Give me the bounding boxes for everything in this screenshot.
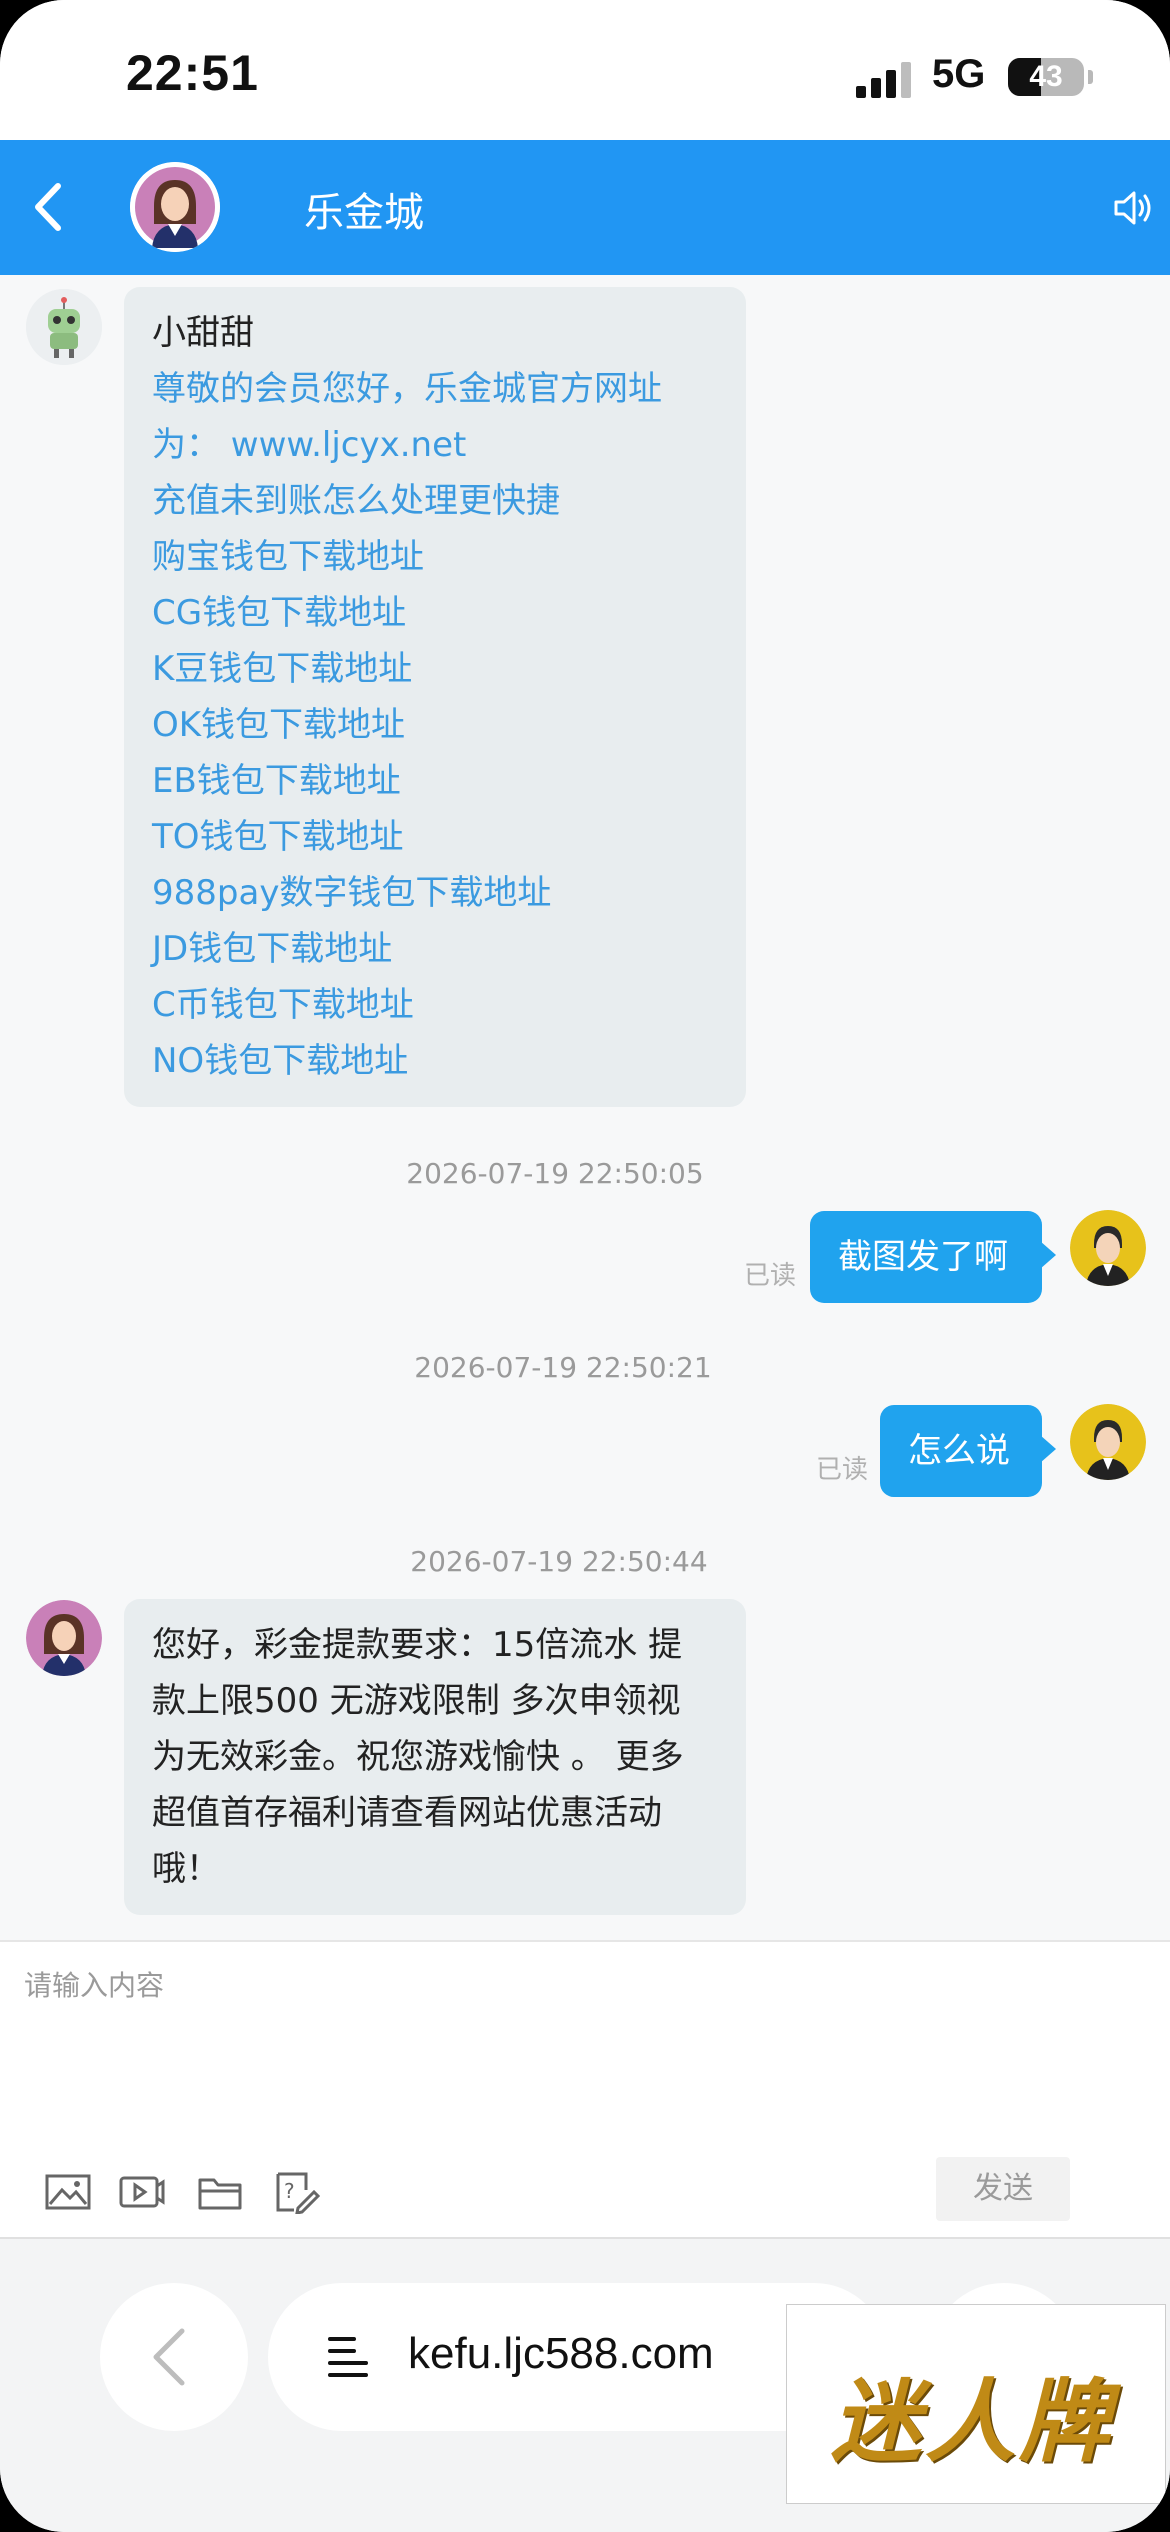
user-avatar-icon <box>1070 1404 1146 1480</box>
agent-message-line: 您好，彩金提款要求：15倍流水 提 <box>152 1625 683 1665</box>
outgoing-message-bubble: 截图发了啊 <box>810 1211 1056 1303</box>
agent-message-bubble: 您好，彩金提款要求：15倍流水 提 款上限500 无游戏限制 多次申领视 为无效… <box>124 1599 746 1915</box>
welcome-link[interactable]: 尊敬的会员您好，乐金城官方网址 <box>152 361 718 417</box>
timestamp: 2026-07-19 22:50:05 <box>406 1157 704 1190</box>
chat-messages[interactable]: 小甜甜 尊敬的会员您好，乐金城官方网址 为： www.ljcyx.net 充值未… <box>0 275 1170 1940</box>
battery-level: 43 <box>1029 60 1063 93</box>
agent-message-line: 款上限500 无游戏限制 多次申领视 <box>152 1681 681 1721</box>
back-arrow-icon[interactable] <box>20 174 80 240</box>
agent-message-line: 哦！ <box>152 1849 220 1889</box>
watermark-logo: 迷人牌 <box>786 2304 1166 2504</box>
988pay-wallet-link[interactable]: 988pay数字钱包下载地址 <box>152 865 718 921</box>
chat-header: 乐金城 <box>0 140 1170 275</box>
no-wallet-link[interactable]: NO钱包下载地址 <box>152 1033 718 1089</box>
evaluate-icon[interactable]: ? <box>272 2170 320 2214</box>
video-icon[interactable] <box>118 2170 166 2214</box>
jd-wallet-link[interactable]: JD钱包下载地址 <box>152 921 718 977</box>
to-wallet-link[interactable]: TO钱包下载地址 <box>152 809 718 865</box>
bot-name: 小甜甜 <box>152 313 254 353</box>
watermark-text: 迷人牌 <box>831 2369 1113 2475</box>
message-composer: 请输入内容 ? 发送 <box>0 1940 1170 2237</box>
ok-wallet-link[interactable]: OK钱包下载地址 <box>152 697 718 753</box>
c-coin-wallet-link[interactable]: C币钱包下载地址 <box>152 977 718 1033</box>
battery-icon: 43 <box>1008 58 1084 96</box>
timestamp: 2026-07-19 22:50:44 <box>410 1545 708 1578</box>
recharge-help-link[interactable]: 充值未到账怎么处理更快捷 <box>152 473 718 529</box>
signal-icon <box>856 60 916 98</box>
read-status: 已读 <box>816 1455 869 1485</box>
kdou-wallet-link[interactable]: K豆钱包下载地址 <box>152 641 718 697</box>
bot-avatar-icon <box>26 289 102 365</box>
cg-wallet-link[interactable]: CG钱包下载地址 <box>152 585 718 641</box>
browser-back-button[interactable] <box>100 2283 248 2431</box>
message-input[interactable]: 请输入内容 <box>24 1964 164 2004</box>
battery-tip <box>1088 70 1093 84</box>
agent-message-line: 超值首存福利请查看网站优惠活动 <box>152 1793 662 1833</box>
send-button[interactable]: 发送 <box>936 2157 1070 2221</box>
chevron-left-icon <box>153 2328 185 2386</box>
page-menu-icon <box>328 2337 368 2377</box>
gobao-wallet-link[interactable]: 购宝钱包下载地址 <box>152 529 718 585</box>
agent-message-line: 为无效彩金。祝您游戏愉快 。 更多 <box>152 1737 684 1777</box>
svg-text:?: ? <box>284 2179 295 2203</box>
image-icon[interactable] <box>44 2170 92 2214</box>
bot-message-bubble: 小甜甜 尊敬的会员您好，乐金城官方网址 为： www.ljcyx.net 充值未… <box>124 287 746 1107</box>
eb-wallet-link[interactable]: EB钱包下载地址 <box>152 753 718 809</box>
status-bar: 22:51 5G 43 <box>0 0 1170 140</box>
folder-icon[interactable] <box>196 2170 244 2214</box>
network-type: 5G <box>932 52 986 96</box>
url-text: kefu.ljc588.com <box>408 2329 714 2378</box>
chat-title: 乐金城 <box>304 190 424 236</box>
agent-avatar-icon <box>130 162 220 252</box>
status-time: 22:51 <box>126 45 259 101</box>
timestamp: 2026-07-19 22:50:21 <box>414 1351 712 1384</box>
agent-avatar-icon <box>26 1600 102 1676</box>
phone-screen: 22:51 5G 43 乐金城 小甜甜 尊敬的会员您好，乐金城官方网址 为： w… <box>0 0 1170 2532</box>
read-status: 已读 <box>744 1261 797 1291</box>
outgoing-message-bubble: 怎么说 <box>880 1405 1056 1497</box>
speaker-icon[interactable] <box>1110 184 1158 232</box>
user-avatar-icon <box>1070 1210 1146 1286</box>
website-link[interactable]: 为： www.ljcyx.net <box>152 417 718 473</box>
